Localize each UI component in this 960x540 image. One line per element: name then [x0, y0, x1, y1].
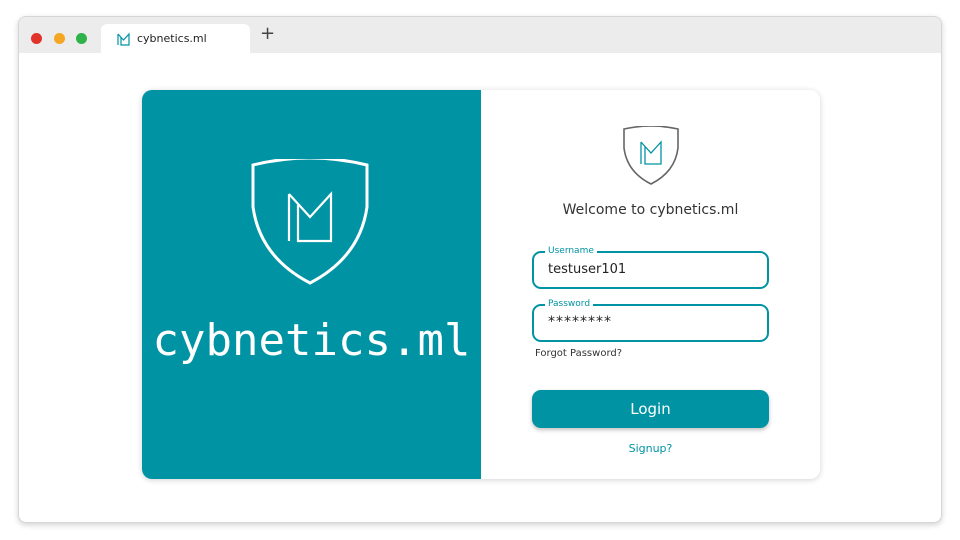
password-input[interactable]: ********: [548, 314, 612, 330]
new-tab-button[interactable]: +: [260, 25, 275, 43]
shield-logo-icon: [251, 159, 369, 285]
password-field[interactable]: Password ********: [532, 298, 769, 342]
username-field[interactable]: Username testuser101: [532, 245, 769, 289]
forgot-password-link[interactable]: Forgot Password?: [535, 348, 622, 359]
close-window-button[interactable]: [31, 33, 42, 44]
password-label: Password: [545, 298, 594, 310]
username-input[interactable]: testuser101: [548, 262, 626, 277]
username-label: Username: [545, 245, 597, 257]
browser-titlebar: cybnetics.ml +: [19, 17, 941, 53]
signup-link[interactable]: Signup?: [481, 442, 820, 455]
browser-window: cybnetics.ml + cybnetics.ml Welcome to c…: [18, 16, 942, 523]
brand-name: cybnetics.ml: [152, 315, 471, 366]
shield-logo-icon: [623, 126, 679, 185]
maximize-window-button[interactable]: [76, 33, 87, 44]
browser-tab[interactable]: cybnetics.ml: [101, 24, 250, 53]
logo-icon: [117, 32, 130, 46]
welcome-heading: Welcome to cybnetics.ml: [562, 202, 739, 218]
login-button[interactable]: Login: [532, 390, 769, 428]
brand-panel: cybnetics.ml: [142, 90, 481, 479]
tab-title: cybnetics.ml: [137, 32, 207, 45]
login-panel: Welcome to cybnetics.ml Username testuse…: [481, 90, 820, 479]
minimize-window-button[interactable]: [54, 33, 65, 44]
login-card: cybnetics.ml Welcome to cybnetics.ml Use…: [142, 90, 820, 479]
